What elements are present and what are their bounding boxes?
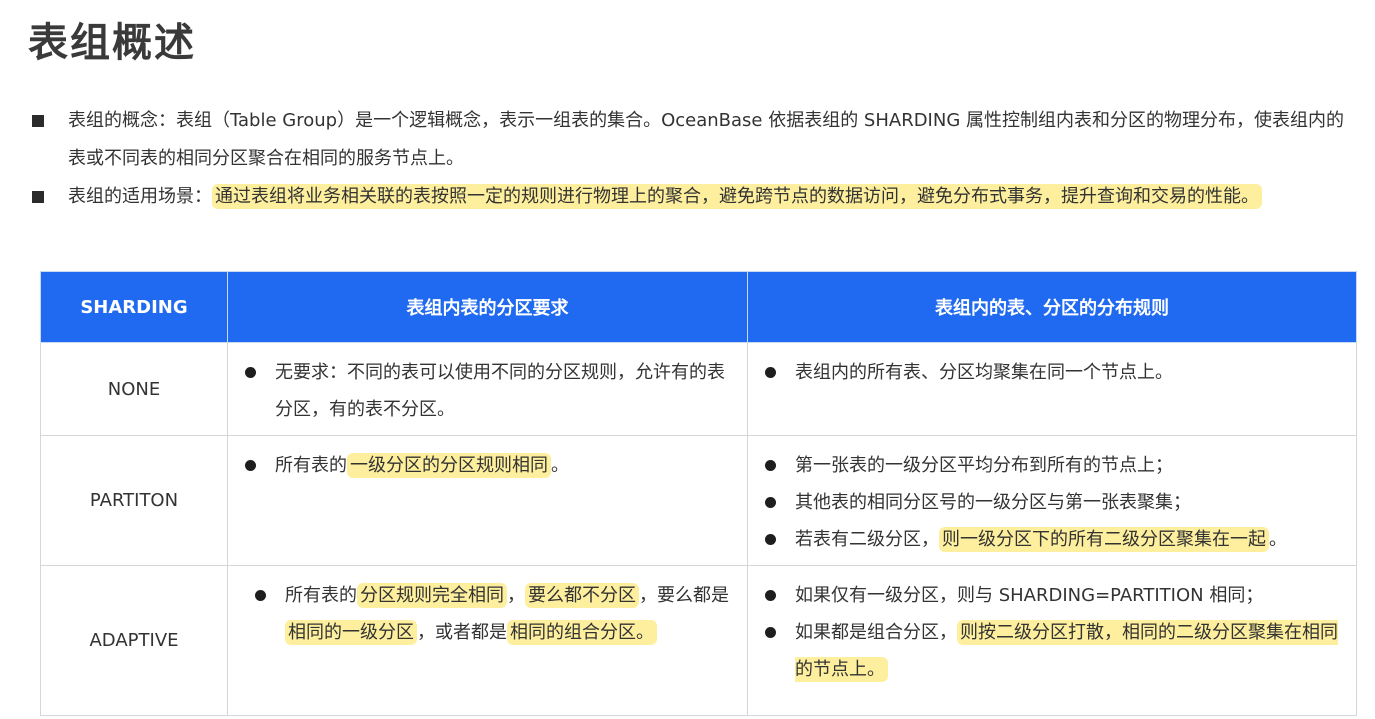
bullet-scenario: 表组的适用场景： 通过表组将业务相关联的表按照一定的规则进行物理上的聚合，避免跨节…	[30, 178, 1350, 216]
list-item: 无要求：不同的表可以使用不同的分区规则，允许有的表分区，有的表不分区。	[245, 354, 736, 428]
list-item: 若表有二级分区， 则一级分区下的所有二级分区聚集在一起。	[765, 521, 1345, 558]
requirement-text: 所有表的	[275, 455, 347, 476]
bullet-dot-icon	[765, 627, 776, 638]
table-header-row: SHARDING 表组内表的分区要求 表组内的表、分区的分布规则	[40, 271, 1357, 343]
distribution-text: 其他表的相同分区号的一级分区与第一张表聚集；	[795, 492, 1191, 513]
distribution-cell: 如果仅有一级分区，则与 SHARDING=PARTITION 相同； 如果都是组…	[747, 565, 1357, 716]
header-sharding: SHARDING	[40, 271, 228, 343]
bullet-dot-icon	[765, 460, 776, 471]
requirement-cell: 无要求：不同的表可以使用不同的分区规则，允许有的表分区，有的表不分区。	[227, 342, 748, 436]
distribution-text: 若表有二级分区，	[795, 529, 939, 550]
requirement-text: ，或者都是	[417, 622, 507, 643]
sharding-table: SHARDING 表组内表的分区要求 表组内的表、分区的分布规则 NONE 无要…	[40, 271, 1357, 716]
bullet-dot-icon	[245, 460, 256, 471]
requirement-highlight: 相同的组合分区。	[507, 620, 657, 645]
bullet-dot-icon	[765, 590, 776, 601]
requirement-cell: 所有表的 一级分区的分区规则相同。	[227, 435, 748, 566]
requirement-highlight: 一级分区的分区规则相同	[347, 453, 551, 478]
scenario-highlight: 通过表组将业务相关联的表按照一定的规则进行物理上的聚合，避免跨节点的数据访问，避…	[212, 184, 1262, 209]
bullet-dot-icon	[765, 534, 776, 545]
list-item: 如果仅有一级分区，则与 SHARDING=PARTITION 相同；	[765, 577, 1345, 614]
list-item: 表组内的所有表、分区均聚集在同一个节点上。	[765, 354, 1345, 391]
table-row: NONE 无要求：不同的表可以使用不同的分区规则，允许有的表分区，有的表不分区。…	[40, 342, 1357, 436]
bullet-dot-icon	[255, 590, 266, 601]
table-row: ADAPTIVE 所有表的 分区规则完全相同，要么都不分区 ，要么都是相同的一级分区…	[40, 565, 1357, 716]
bullet-dot-icon	[765, 367, 776, 378]
square-bullet-icon	[32, 115, 44, 127]
requirement-highlight: 分区规则完全相同	[357, 583, 507, 608]
square-bullet-icon	[32, 191, 44, 203]
list-item: 其他表的相同分区号的一级分区与第一张表聚集；	[765, 484, 1345, 521]
requirement-text: 所有表的	[285, 585, 357, 606]
list-item: 第一张表的一级分区平均分布到所有的节点上；	[765, 447, 1345, 484]
distribution-highlight: 则一级分区下的所有二级分区聚集在一起	[939, 527, 1269, 552]
distribution-text: 。	[1269, 529, 1287, 550]
requirement-text: ，要么都是	[639, 585, 729, 606]
row-key: PARTITON	[40, 435, 228, 566]
distribution-cell: 第一张表的一级分区平均分布到所有的节点上； 其他表的相同分区号的一级分区与第一张…	[747, 435, 1357, 566]
distribution-text: 表组内的所有表、分区均聚集在同一个节点上。	[795, 362, 1173, 383]
bullet-concept: 表组的概念：表组（Table Group）是一个逻辑概念，表示一组表的集合。Oc…	[30, 102, 1350, 178]
distribution-text: 第一张表的一级分区平均分布到所有的节点上；	[795, 455, 1173, 476]
requirement-text: ，	[507, 585, 525, 606]
concept-text: 表组的概念：表组（Table Group）是一个逻辑概念，表示一组表的集合。Oc…	[68, 110, 1344, 169]
requirement-cell: 所有表的 分区规则完全相同，要么都不分区 ，要么都是相同的一级分区 ，或者都是 相同的组…	[227, 565, 748, 716]
requirement-highlight: 相同的一级分区	[285, 620, 417, 645]
scenario-label: 表组的适用场景：	[68, 186, 212, 207]
row-key: ADAPTIVE	[40, 565, 228, 716]
requirement-text: 无要求：不同的表可以使用不同的分区规则，允许有的表分区，有的表不分区。	[275, 362, 725, 420]
header-distribution-rule: 表组内的表、分区的分布规则	[747, 271, 1357, 343]
table-row: PARTITON 所有表的 一级分区的分区规则相同。 第一张表的一级分区平均分布到…	[40, 435, 1357, 566]
requirement-text: 。	[551, 455, 569, 476]
row-key: NONE	[40, 342, 228, 436]
distribution-cell: 表组内的所有表、分区均聚集在同一个节点上。	[747, 342, 1357, 436]
distribution-text: 如果都是组合分区，	[795, 622, 957, 643]
bullet-dot-icon	[245, 367, 256, 378]
requirement-highlight: 要么都不分区	[525, 583, 639, 608]
distribution-text: 如果仅有一级分区，则与 SHARDING=PARTITION 相同；	[795, 585, 1264, 606]
list-item: 如果都是组合分区， 则按二级分区打散，相同的二级分区聚集在相同的节点上。	[765, 614, 1345, 688]
page-title: 表组概述	[28, 20, 196, 66]
bullet-dot-icon	[765, 497, 776, 508]
header-partition-requirement: 表组内表的分区要求	[227, 271, 748, 343]
list-item: 所有表的 一级分区的分区规则相同。	[245, 447, 736, 484]
intro-bullets: 表组的概念：表组（Table Group）是一个逻辑概念，表示一组表的集合。Oc…	[30, 102, 1350, 216]
list-item: 所有表的 分区规则完全相同，要么都不分区 ，要么都是相同的一级分区 ，或者都是 相同的组…	[255, 577, 736, 651]
